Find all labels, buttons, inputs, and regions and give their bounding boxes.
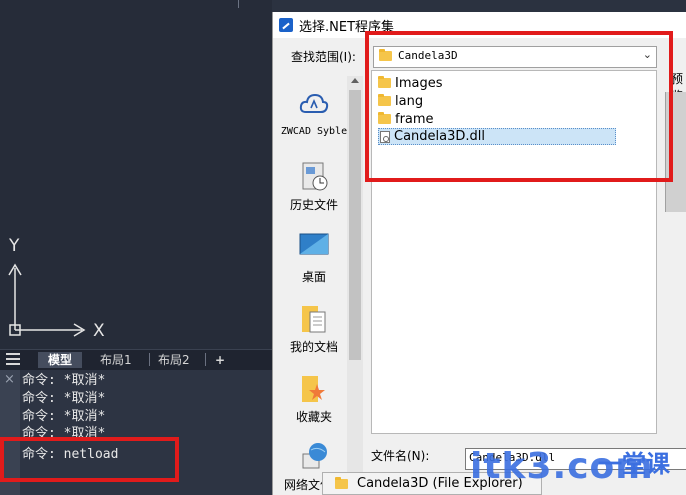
- command-line: 命令: *取消*: [22, 426, 106, 437]
- place-label: 收藏夹: [295, 410, 332, 424]
- tab-layout2[interactable]: 布局2: [154, 352, 194, 368]
- place-history[interactable]: 历史文件: [279, 160, 349, 213]
- close-icon[interactable]: ×: [4, 372, 15, 387]
- cloud-icon: [299, 90, 329, 122]
- highlight-box-command: [0, 437, 179, 482]
- layout-tab-bar: 模型 布局1 布局2 +: [0, 349, 272, 370]
- place-label: 我的文档: [289, 340, 338, 354]
- places-bar: ZWCAD Syble 历史文件 桌面 我的文档 收藏夹 网络文件夹: [279, 76, 349, 495]
- favorites-icon: [299, 372, 329, 404]
- place-zwcad-syble[interactable]: ZWCAD Syble: [279, 90, 349, 137]
- command-line: 命令: *取消*: [22, 409, 106, 424]
- history-icon: [299, 160, 329, 192]
- place-favorites[interactable]: 收藏夹: [279, 372, 349, 425]
- watermark-cn: 一堂课: [598, 450, 670, 478]
- scroll-thumb[interactable]: [349, 90, 361, 360]
- command-line: 命令: *取消*: [22, 373, 106, 388]
- look-in-label: 查找范围(I):: [291, 50, 356, 64]
- network-icon: [299, 440, 329, 472]
- add-tab-button[interactable]: +: [211, 352, 229, 368]
- folder-icon: [335, 477, 348, 489]
- place-label: 历史文件: [289, 198, 338, 212]
- ucs-axis-icon: [8, 263, 86, 337]
- axis-x-label: X: [93, 321, 105, 341]
- place-my-documents[interactable]: 我的文档: [279, 302, 349, 355]
- menu-icon[interactable]: [6, 353, 20, 365]
- places-scrollbar[interactable]: [347, 76, 363, 495]
- tab-model[interactable]: 模型: [38, 352, 83, 368]
- scroll-up-icon[interactable]: [351, 78, 359, 83]
- axis-y-label: Y: [9, 236, 20, 256]
- place-desktop[interactable]: 桌面: [279, 232, 349, 285]
- tab-layout1[interactable]: 布局1: [96, 352, 136, 368]
- desktop-icon: [299, 232, 329, 264]
- documents-icon: [299, 302, 329, 334]
- tab-separator: [149, 353, 150, 366]
- cad-drawing-area[interactable]: Y X 模型 布局1 布局2 + × 命令: *取消* 命令: *取消* 命令:…: [0, 0, 272, 495]
- highlight-box-filelist: [365, 31, 673, 182]
- place-label: ZWCAD Syble: [280, 126, 348, 137]
- tab-separator: [205, 353, 206, 366]
- place-label: 桌面: [301, 270, 326, 284]
- command-line: 命令: *取消*: [22, 391, 106, 406]
- app-icon: [279, 18, 293, 32]
- filename-label: 文件名(N):: [371, 449, 430, 463]
